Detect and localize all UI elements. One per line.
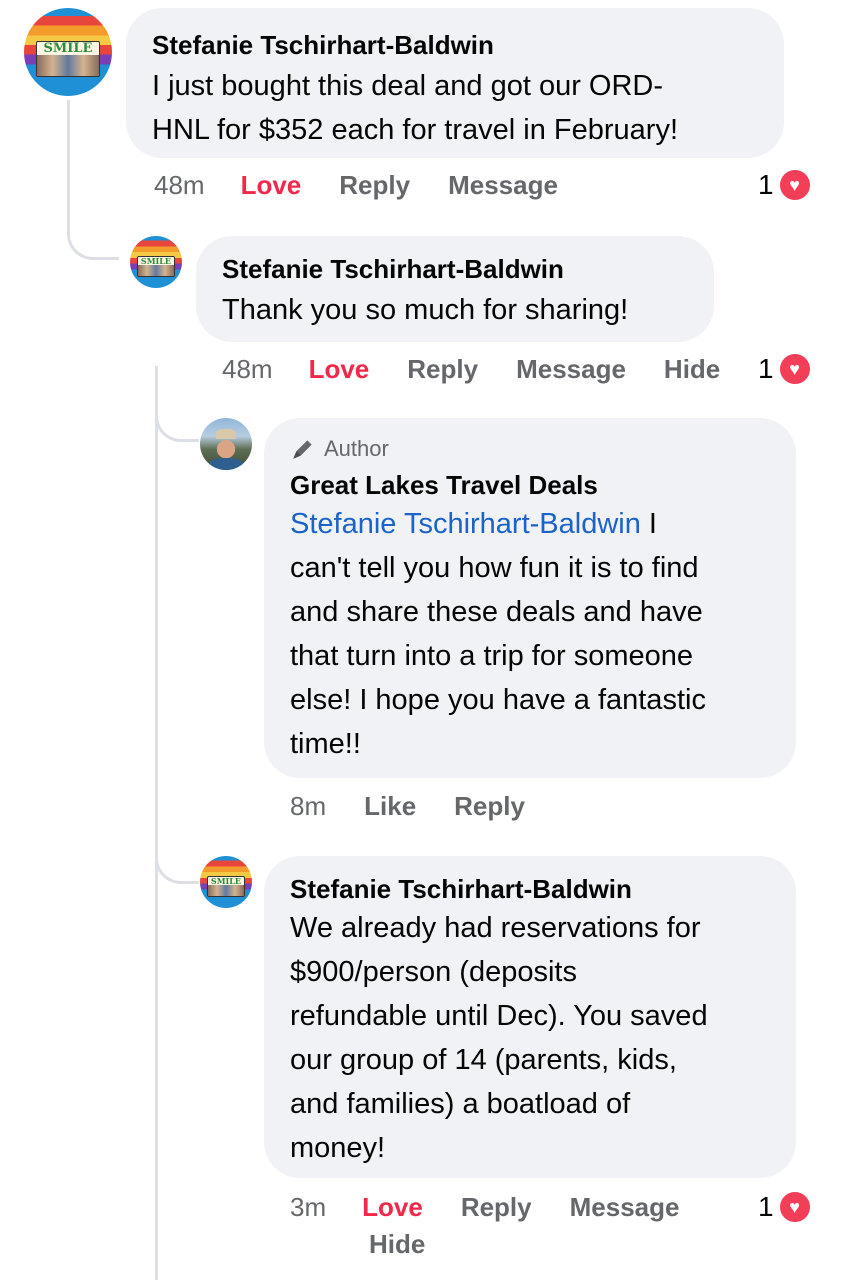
avatar[interactable]: SMILE xyxy=(200,856,252,908)
reply-button[interactable]: Reply xyxy=(339,170,410,201)
message-button[interactable]: Message xyxy=(516,354,626,385)
author-badge-label: Author xyxy=(324,436,389,461)
comment-actions: 8m Like Reply xyxy=(290,791,525,822)
thread-line-top xyxy=(67,100,70,210)
heart-icon: ♥ xyxy=(777,352,812,386)
author-badge: Author xyxy=(290,436,770,462)
avatar-sign: SMILE xyxy=(207,875,245,897)
avatar[interactable]: SMILE xyxy=(24,8,112,96)
avatar-sign-text: SMILE xyxy=(43,41,93,57)
comment-text: Thank you so much for sharing! xyxy=(222,294,629,326)
thread-curve-reply-3 xyxy=(155,834,199,884)
comment-time[interactable]: 8m xyxy=(290,791,326,822)
reaction-count: 1 xyxy=(758,169,774,200)
thread-line-nested xyxy=(155,366,158,1280)
comment-bubble: Stefanie Tschirhart-Baldwin Thank you so… xyxy=(196,236,714,342)
comment-actions: 3m Love Reply Message xyxy=(290,1192,730,1223)
avatar-sign: SMILE xyxy=(137,255,175,277)
thread-curve-reply-1 xyxy=(67,200,119,260)
comment-text: We already had reservations for $900/per… xyxy=(290,912,708,1164)
comment-actions-overflow: Hide xyxy=(369,1229,425,1260)
heart-icon: ♥ xyxy=(777,168,812,202)
love-button[interactable]: Love xyxy=(241,170,302,201)
comment-time[interactable]: 48m xyxy=(154,170,205,201)
avatar[interactable] xyxy=(200,418,252,470)
reaction-summary[interactable]: 1 ♥ xyxy=(758,168,812,202)
love-button[interactable]: Love xyxy=(362,1192,423,1223)
heart-icon: ♥ xyxy=(777,1190,812,1224)
comment-author-name[interactable]: Stefanie Tschirhart-Baldwin xyxy=(290,872,770,906)
reaction-summary[interactable]: 1 ♥ xyxy=(758,1190,812,1224)
comment-bubble: Stefanie Tschirhart-Baldwin We already h… xyxy=(264,856,796,1178)
love-button[interactable]: Love xyxy=(309,354,370,385)
comment-author-name[interactable]: Stefanie Tschirhart-Baldwin xyxy=(222,250,688,288)
hide-button[interactable]: Hide xyxy=(664,354,720,385)
message-button[interactable]: Message xyxy=(570,1192,680,1223)
comment-time[interactable]: 48m xyxy=(222,354,273,385)
thread-curve-reply-2 xyxy=(155,396,199,442)
reaction-count: 1 xyxy=(758,353,774,384)
comment-author-name[interactable]: Stefanie Tschirhart-Baldwin xyxy=(152,26,758,64)
reply-button[interactable]: Reply xyxy=(461,1192,532,1223)
comment-actions: 48m Love Reply Message xyxy=(154,170,558,201)
mention-link[interactable]: Stefanie Tschirhart-Baldwin xyxy=(290,508,641,540)
comment-time[interactable]: 3m xyxy=(290,1192,326,1223)
comment-bubble: Author Great Lakes Travel Deals Stefanie… xyxy=(264,418,796,778)
hide-button[interactable]: Hide xyxy=(369,1229,425,1260)
avatar-sign: SMILE xyxy=(36,41,100,77)
reaction-summary[interactable]: 1 ♥ xyxy=(758,352,812,386)
reaction-count: 1 xyxy=(758,1191,774,1222)
avatar[interactable]: SMILE xyxy=(130,236,182,288)
comment-author-name[interactable]: Great Lakes Travel Deals xyxy=(290,468,770,502)
comment-text: Stefanie Tschirhart-Baldwin I can't tell… xyxy=(290,508,706,760)
comment-bubble: Stefanie Tschirhart-Baldwin I just bough… xyxy=(126,8,784,158)
comment-actions: 48m Love Reply Message Hide xyxy=(222,354,720,385)
avatar-sign-text: SMILE xyxy=(210,875,242,886)
reply-button[interactable]: Reply xyxy=(454,791,525,822)
message-button[interactable]: Message xyxy=(448,170,558,201)
comment-text: I just bought this deal and got our ORD-… xyxy=(152,70,679,146)
pencil-icon xyxy=(293,440,312,459)
like-button[interactable]: Like xyxy=(364,791,416,822)
avatar-sign-text: SMILE xyxy=(140,255,172,266)
reply-button[interactable]: Reply xyxy=(407,354,478,385)
